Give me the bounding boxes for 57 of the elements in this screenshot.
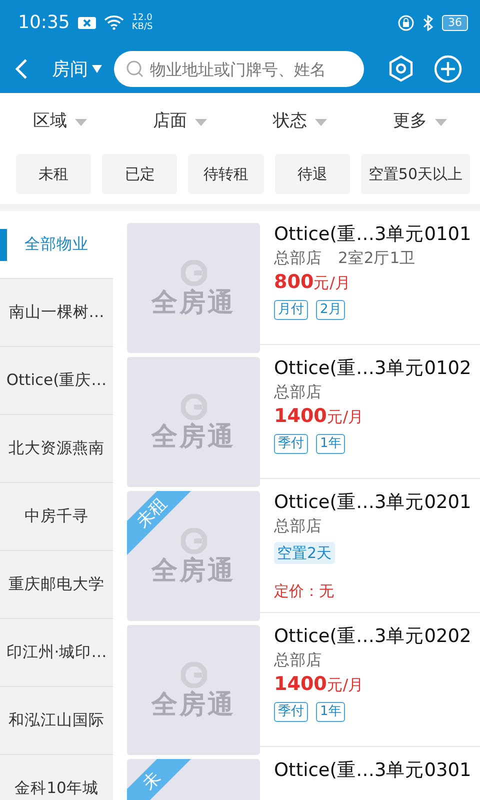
settings-icon[interactable] [388,55,414,83]
room-type-dropdown[interactable]: 房间 [52,56,102,82]
filter-dropdown[interactable]: 区域 [0,103,120,141]
filter-chip[interactable]: 空置50天以上 [360,154,470,194]
caret-icon [195,118,207,126]
price-text: 1400 [274,672,327,697]
filter-dropdown[interactable]: 状态 [240,103,360,141]
tag-label: 2月 [316,300,346,320]
logo-text: 全房通 [152,424,236,450]
add-icon[interactable] [434,55,462,83]
price-text: 800 [274,270,314,295]
sidebar-item[interactable]: 全部物业 [0,211,113,279]
caret-icon [92,65,102,73]
bluetooth-icon [422,14,434,30]
layout-text: 2室2厅1卫 [338,248,416,270]
filter-chip[interactable]: 待退 [274,154,350,194]
logo-text: 全房通 [152,290,236,316]
listing-title[interactable]: Ottice(重…3单元0301 [274,759,472,784]
back-icon[interactable] [14,58,28,80]
battery-level-text: 36 [442,14,468,30]
caret-icon [435,118,447,126]
tag-label: 空置2天 [274,542,335,564]
caret-icon [315,118,327,126]
speed-unit-text: KB/S [132,22,153,32]
network-speed-text: 12.0 [132,14,153,22]
rotation-lock-icon [398,14,414,30]
listing-title[interactable]: Ottice(重…3单元0201 [274,491,472,516]
listing-title[interactable]: Ottice(重…3单元0202 [274,625,472,650]
store-text: 总部店 [274,650,322,672]
wifi-icon [104,15,124,30]
tag-label: 1年 [316,434,346,454]
price-note-text: 定价：无 [274,581,335,602]
price-unit-text: 元/月 [314,273,351,294]
price-unit-text: 元/月 [326,407,364,428]
tag-label: 月付 [274,300,308,320]
listing-title[interactable]: Ottice(重…3单元0101 [274,223,472,248]
price-unit-text: 元/月 [326,675,364,696]
store-text: 总部店 [274,382,322,404]
search-field[interactable]: 物业地址或门牌号、姓名 [114,51,364,87]
price-text: 1400 [274,404,327,429]
tag-label: 1年 [316,702,346,722]
tag-label: 季付 [274,434,308,454]
search-icon [126,60,144,78]
notification-icon [78,16,96,30]
tag-label: 季付 [274,702,308,722]
logo-text: 全房通 [152,692,236,718]
store-text: 总部店 [274,248,322,270]
filter-chip[interactable]: 待转租 [188,154,264,194]
clock-text: 10:35 [18,11,70,35]
store-text: 总部店 [274,516,322,538]
filter-chip[interactable]: 已定 [102,154,178,194]
filter-chip[interactable]: 未租 [16,154,92,194]
caret-icon [75,118,87,126]
filter-dropdown[interactable]: 店面 [120,103,240,141]
logo-text: 全房通 [152,558,236,584]
filter-dropdown[interactable]: 更多 [360,103,480,141]
listing-title[interactable]: Ottice(重…3单元0102 [274,357,472,382]
